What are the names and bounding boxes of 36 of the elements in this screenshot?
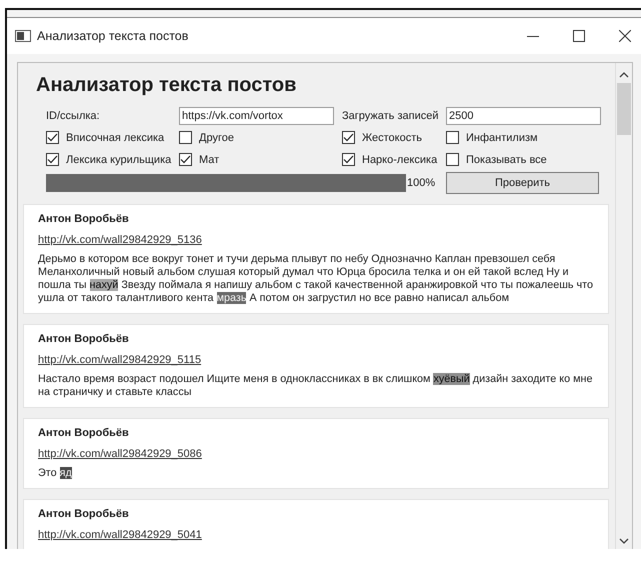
app-icon (15, 30, 31, 42)
window-title: Анализатор текста постов (37, 29, 190, 43)
close-icon[interactable] (619, 30, 631, 42)
checkbox-label: Мат (199, 154, 220, 166)
post-link[interactable]: http://vk.com/wall29842929_5136 (38, 234, 202, 246)
post-link[interactable]: http://vk.com/wall29842929_5041 (38, 529, 202, 541)
author-name: Антон Воробьёв (38, 332, 130, 346)
post-link[interactable]: http://vk.com/wall29842929_5115 (38, 354, 202, 366)
author-name: Антон Воробьёв (38, 212, 130, 226)
page-heading: Анализатор текста постов (36, 74, 298, 97)
checkbox[interactable] (446, 131, 459, 144)
checkbox-label: Жестокость (362, 132, 422, 144)
checkbox-label: Нарко-лексика (362, 154, 438, 166)
post-text: Настало время возраст подошел Ищите меня в одноклассниках в вк слишком хуёвый дизайн заходите ко мне на страничку и ставьте классы (38, 373, 594, 399)
checkbox-label: Лексика курильщика (66, 154, 172, 166)
id-label: ID/ссылка: (46, 110, 101, 122)
post-text: Дерьмо в котором все вокруг тонет и тучи дерьма плывут по небу Однозначно Каплан превзошел себя Меланхоличный новый альбом слушая который думал что Юрца бросила телка и он ей такой вслед Ну и пошла ты нахуй Звезду поймала я напишу альбом с такой качественной аранжировкой что ты пожалеешь что ушла от такого талантливого кента мразь А потом он загрустил но все равно написал альбом (38, 253, 594, 305)
maximize-icon[interactable] (573, 30, 585, 42)
author-name: Антон Воробьёв (38, 426, 130, 440)
url-field[interactable]: https://vk.com/vortox (179, 107, 334, 125)
scrollbar-thumb[interactable] (617, 83, 631, 135)
checkbox-label: Инфантилизм (466, 132, 538, 144)
scroll-down-icon[interactable] (619, 537, 629, 545)
check-button[interactable]: Проверить (446, 172, 599, 194)
progress-reading: 100% (407, 177, 436, 189)
scrollbar[interactable] (615, 63, 632, 549)
post-link[interactable]: http://vk.com/wall29842929_5086 (38, 448, 202, 460)
checkbox-label: Показывать все (466, 154, 547, 166)
checkbox[interactable] (179, 131, 192, 144)
checkbox[interactable] (446, 153, 459, 166)
count-field[interactable]: 2500 (446, 107, 601, 125)
author-name: Антон Воробьёв (38, 507, 130, 521)
count-label: Загружать записей (342, 110, 440, 122)
checkbox-label: Вписочная лексика (66, 132, 164, 144)
checkbox-label: Другое (199, 132, 234, 144)
scroll-up-icon[interactable] (619, 71, 629, 79)
